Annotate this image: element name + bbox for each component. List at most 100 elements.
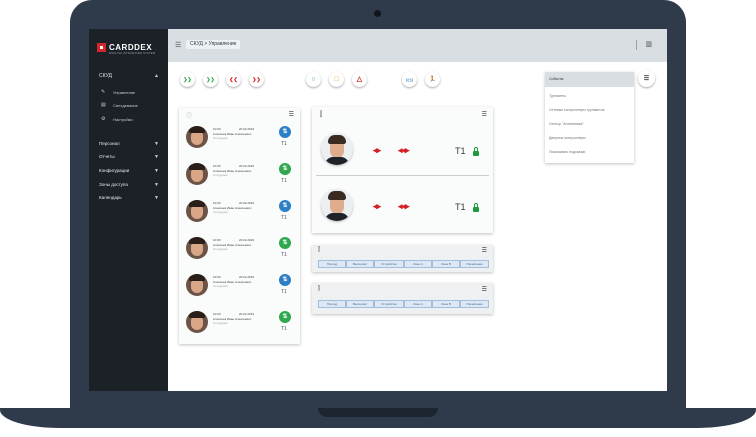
sidebar-section-label: Календарь <box>99 195 122 200</box>
sidebar-section-personnel[interactable]: Персонал <box>99 141 120 146</box>
avatar <box>321 133 353 165</box>
avatar <box>186 237 208 259</box>
avatar <box>186 200 208 222</box>
double-right-green-icon: ❯❯ <box>183 77 192 83</box>
chevron-down-icon[interactable]: ▼ <box>154 154 159 160</box>
device-table-1: ⫿ ☰ Проход Выполнил Устройство Зона А Зо… <box>312 245 493 272</box>
sidebar-item-label: Настройки <box>113 116 133 122</box>
chevron-down-icon[interactable]: ▼ <box>154 182 159 188</box>
dropdown-item-hints[interactable]: Показывать подсказки <box>549 150 585 154</box>
double-left-red-icon: ❮❮ <box>229 77 238 83</box>
pass-in-button[interactable]: ❯❯ <box>203 72 218 87</box>
double-right-red-icon: ❯❯ <box>252 77 261 83</box>
turnstile-label: Т1 <box>281 289 287 295</box>
sidebar-item-sync[interactable]: ▤ Синхдевание <box>101 102 138 108</box>
avatar <box>186 311 208 333</box>
dropdown-item-network-controllers[interactable]: Сетевые контроллеры турникетов <box>549 108 604 112</box>
running-man-icon: 🏃 <box>428 77 437 83</box>
chevron-up-icon[interactable]: ▲ <box>154 73 159 79</box>
chevron-down-icon[interactable]: ▼ <box>154 195 159 201</box>
avatar <box>186 126 208 148</box>
event-date: 20.02.2019 <box>239 164 255 168</box>
sidebar-section-reports[interactable]: Отчеты <box>99 154 115 159</box>
list-item[interactable]: 10:00 20.02.2019 Алексеев Иван Алексееви… <box>183 122 296 155</box>
column-header[interactable]: Управление <box>460 260 489 268</box>
avatar <box>321 189 353 221</box>
sidebar-section-configs[interactable]: Конфигурации <box>99 168 129 173</box>
direction-arrows-icon[interactable]: ◂▸ <box>373 145 381 156</box>
list-item[interactable]: 10:00 20.02.2019 Алексеев Иван Алексееви… <box>183 233 296 266</box>
unlock-icon[interactable] <box>473 203 479 212</box>
list-item[interactable]: 10:00 20.02.2019 Алексеев Иван Алексееви… <box>183 270 296 303</box>
sidebar-item-upravlenie[interactable]: ✎ Управление <box>101 89 135 95</box>
logo-mark-icon <box>97 42 106 52</box>
breadcrumb[interactable]: СКУД > Управление <box>186 40 241 49</box>
dropdown-item-door-controllers[interactable]: Дверные контроллеры <box>549 136 586 140</box>
turnstile-label: Т1 <box>455 146 466 156</box>
events-panel: ⓘ ☰ 10:00 20.02.2019 Алексеев Иван Алекс… <box>179 108 300 344</box>
status-badge: ⇅ <box>279 163 291 175</box>
status-badge: ⇅ <box>279 126 291 138</box>
info-icon[interactable]: ⓘ <box>186 111 192 120</box>
double-right-green-icon: ❯❯ <box>206 77 215 83</box>
gear-icon: ⚙ <box>101 116 106 122</box>
sidebar-section-skud[interactable]: СКУД <box>99 73 112 79</box>
filter-icon[interactable]: ☰ <box>482 247 487 254</box>
chevron-down-icon[interactable]: ▼ <box>154 168 159 174</box>
double-left-red-icon[interactable]: ◂◂▸ <box>398 201 410 212</box>
direction-arrows-icon[interactable]: ◂▸ <box>373 201 381 212</box>
signal-button[interactable]: ((·)) <box>402 72 417 87</box>
divider <box>636 40 637 50</box>
menu-toggle-icon[interactable]: ☰ <box>175 41 181 49</box>
column-header[interactable]: Управление <box>460 300 489 308</box>
chevron-down-icon[interactable]: ▼ <box>154 141 159 147</box>
panel-menu-button[interactable]: ☰ <box>638 70 655 87</box>
unlock-icon[interactable] <box>473 147 479 156</box>
column-header[interactable]: Выполнил <box>346 300 374 308</box>
column-header[interactable]: Зона А <box>404 260 432 268</box>
sidebar-section-calendar[interactable]: Календарь <box>99 195 122 200</box>
event-date: 20.02.2019 <box>239 127 255 131</box>
mode-alarm-button[interactable]: △ <box>352 72 367 87</box>
sidebar-section-label: СКУД <box>99 73 112 79</box>
mode-warning-button[interactable]: □ <box>329 72 344 87</box>
turnstile-label: Т1 <box>281 178 287 184</box>
filter-icon[interactable]: ☰ <box>289 111 294 118</box>
event-sub: Сотрудник <box>213 210 228 214</box>
divider <box>316 175 489 176</box>
sidebar-section-zones[interactable]: Зоны доступа <box>99 182 128 187</box>
mode-normal-button[interactable]: ○ <box>306 72 321 87</box>
filter-icon[interactable]: ☰ <box>482 286 487 293</box>
turnstile-icon: ⫿ <box>318 286 320 292</box>
column-header[interactable]: Зона В <box>432 300 460 308</box>
brand-tagline: ENGLISH INTEGRATED SYSTEM <box>109 51 156 55</box>
column-header[interactable]: Устройство <box>374 300 404 308</box>
pass-all-button[interactable]: ❯❯ <box>180 72 195 87</box>
column-header[interactable]: Устройство <box>374 260 404 268</box>
dropdown-item-turnstiles[interactable]: Турникеты <box>549 94 566 98</box>
event-time: 10:00 <box>213 238 221 242</box>
column-header[interactable]: Проход <box>318 260 346 268</box>
column-header[interactable]: Зона В <box>432 260 460 268</box>
list-item[interactable]: 10:00 20.02.2019 Алексеев Иван Алексееви… <box>183 307 296 340</box>
sidebar-item-settings[interactable]: ⚙ Настройки <box>101 116 133 122</box>
list-item[interactable]: 10:00 20.02.2019 Алексеев Иван Алексееви… <box>183 159 296 192</box>
sidebar-item-label: Управление <box>113 89 136 95</box>
turnstile-label: Т1 <box>281 326 287 332</box>
dropdown-item-events[interactable]: События <box>549 77 563 81</box>
dropdown-item-antipanic[interactable]: Сенсор "Антипаника" <box>549 122 584 126</box>
list-item[interactable]: 10:00 20.02.2019 Алексеев Иван Алексееви… <box>183 196 296 229</box>
block-in-button[interactable]: ❯❯ <box>249 72 264 87</box>
emergency-exit-button[interactable]: 🏃 <box>425 72 440 87</box>
column-header[interactable]: Проход <box>318 300 346 308</box>
top-bar: ☰ СКУД > Управление ▥ <box>168 29 667 62</box>
avatar <box>186 163 208 185</box>
column-header[interactable]: Выполнил <box>346 260 374 268</box>
turnstile-card: ⫿ ☰ ◂▸ ◂◂▸ Т1 ◂▸ ◂◂▸ Т1 <box>312 107 493 233</box>
layout-toggle-icon[interactable]: ▥ <box>645 40 652 48</box>
column-header[interactable]: Зона А <box>404 300 432 308</box>
filter-icon[interactable]: ☰ <box>482 111 487 118</box>
sidebar-item-label: Синхдевание <box>113 102 138 108</box>
double-left-red-icon[interactable]: ◂◂▸ <box>398 145 410 156</box>
block-out-button[interactable]: ❮❮ <box>226 72 241 87</box>
